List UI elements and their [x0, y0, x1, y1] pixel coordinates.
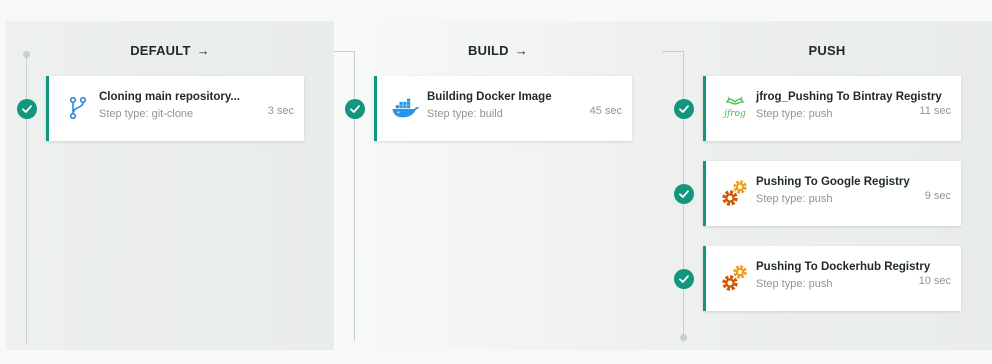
docker-icon — [391, 94, 421, 122]
arrow-right-icon: → — [196, 43, 210, 58]
success-check-icon — [674, 269, 694, 289]
step-card-build[interactable]: Building Docker Image Step type: build 4… — [374, 76, 632, 141]
pipeline-end-dot — [680, 334, 687, 341]
step-type: Step type: push — [756, 108, 833, 120]
connector-line-build — [354, 51, 355, 341]
step-type: Step type: push — [756, 193, 833, 205]
step-duration: 10 sec — [918, 275, 951, 287]
svg-text:jfrog: jfrog — [722, 109, 746, 119]
step-name: Cloning main repository... — [99, 91, 240, 103]
stage-title-push: PUSH — [662, 43, 992, 58]
stage-title-text: BUILD — [468, 43, 509, 58]
connector-line-build-top — [334, 51, 354, 52]
step-card-google-push[interactable]: Pushing To Google Registry Step type: pu… — [703, 161, 961, 226]
step-name: jfrog_Pushing To Bintray Registry — [756, 91, 942, 103]
step-duration: 9 sec — [924, 190, 951, 202]
git-branch-icon — [63, 94, 93, 122]
stage-title-default: DEFAULT → — [6, 43, 334, 58]
step-duration: 45 sec — [589, 105, 622, 117]
stage-build: BUILD → — [334, 21, 662, 350]
step-type: Step type: push — [756, 278, 833, 290]
success-check-icon — [674, 184, 694, 204]
arrow-right-icon: → — [514, 43, 528, 58]
gears-icon — [720, 264, 750, 292]
success-check-icon — [345, 99, 365, 119]
step-card-jfrog-push[interactable]: jfrog jfrog_Pushing To Bintray Registry … — [703, 76, 961, 141]
stage-title-build: BUILD → — [334, 43, 662, 58]
step-type: Step type: git-clone — [99, 108, 194, 120]
step-name: Pushing To Dockerhub Registry — [756, 261, 931, 273]
success-check-icon — [674, 99, 694, 119]
stage-title-text: PUSH — [808, 43, 846, 58]
step-duration: 3 sec — [267, 105, 294, 117]
connector-line-push-top — [662, 51, 683, 52]
stage-default: DEFAULT → — [6, 21, 334, 350]
step-type: Step type: build — [427, 108, 503, 120]
stage-title-text: DEFAULT — [130, 43, 191, 58]
jfrog-icon: jfrog — [720, 94, 750, 122]
step-card-git-clone[interactable]: Cloning main repository... Step type: gi… — [46, 76, 304, 141]
step-duration: 11 sec — [919, 105, 951, 117]
step-name: Building Docker Image — [427, 91, 552, 103]
step-name: Pushing To Google Registry — [756, 176, 910, 188]
gears-icon — [720, 179, 750, 207]
step-card-dockerhub-push[interactable]: Pushing To Dockerhub Registry Step type:… — [703, 246, 961, 311]
success-check-icon — [17, 99, 37, 119]
